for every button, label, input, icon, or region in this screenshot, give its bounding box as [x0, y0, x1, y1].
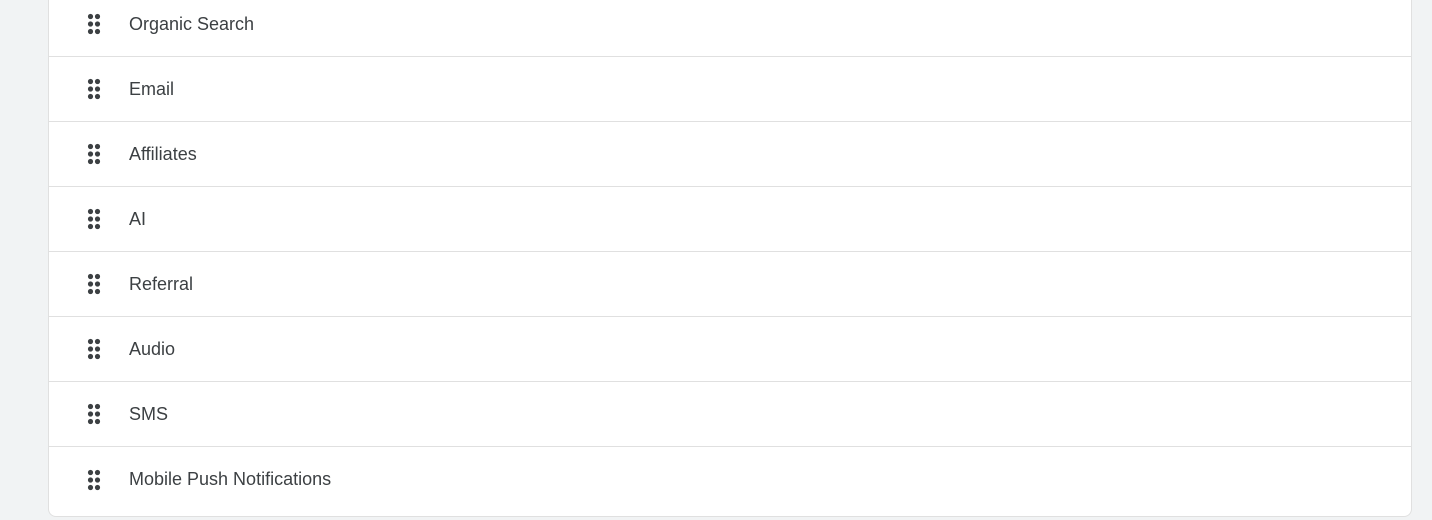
drag-handle-icon[interactable]	[86, 12, 102, 36]
channel-label: Affiliates	[129, 143, 197, 164]
channel-label: Mobile Push Notifications	[129, 469, 332, 489]
list-item[interactable]: SMS	[49, 382, 1411, 447]
list-item[interactable]: Affiliates	[49, 122, 1411, 187]
channel-label: Referral	[129, 273, 194, 294]
drag-handle-icon[interactable]	[86, 207, 102, 231]
list-item[interactable]: Mobile Push Notifications	[49, 447, 1411, 512]
channel-label: Organic Search	[129, 13, 255, 34]
channel-label: Email	[129, 78, 175, 99]
drag-handle-icon[interactable]	[86, 468, 102, 492]
list-item[interactable]: AI	[49, 187, 1411, 252]
drag-handle-icon[interactable]	[86, 337, 102, 361]
list-item[interactable]: Organic Search	[49, 0, 1411, 57]
channel-label: SMS	[129, 403, 169, 424]
list-item[interactable]: Email	[49, 57, 1411, 122]
list-item[interactable]: Audio	[49, 317, 1411, 382]
channel-label: AI	[129, 208, 147, 229]
channel-group-list: Organic Search Email Affiliates AI Refer…	[48, 0, 1412, 517]
drag-handle-icon[interactable]	[86, 142, 102, 166]
channel-label: Audio	[129, 338, 176, 359]
drag-handle-icon[interactable]	[86, 272, 102, 296]
drag-handle-icon[interactable]	[86, 77, 102, 101]
list-item[interactable]: Referral	[49, 252, 1411, 317]
drag-handle-icon[interactable]	[86, 402, 102, 426]
